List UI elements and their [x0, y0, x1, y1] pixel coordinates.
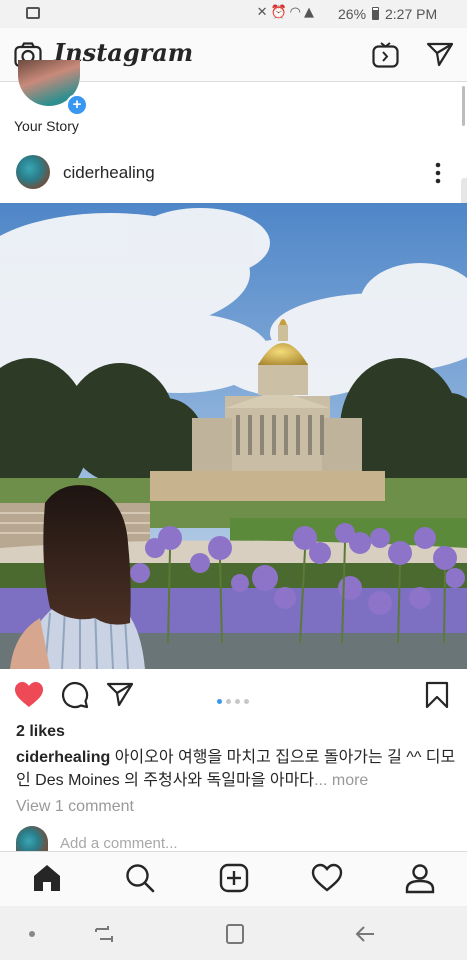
recent-apps-icon[interactable]	[93, 923, 115, 945]
battery-percentage: 26%	[338, 6, 367, 22]
home-icon[interactable]	[31, 862, 63, 894]
likes-count[interactable]: 2 likes	[16, 723, 65, 741]
wifi-icon: ◠	[289, 5, 304, 20]
your-story-label: Your Story	[14, 118, 79, 134]
signal-icon: ▲	[304, 5, 317, 20]
system-navigation-bar	[0, 906, 467, 960]
mute-icon: ✕	[256, 5, 271, 20]
search-icon[interactable]	[124, 862, 156, 894]
clock: 2:27 PM	[385, 6, 438, 22]
direct-message-icon[interactable]	[426, 41, 454, 67]
commenter-avatar	[16, 826, 48, 851]
notification-icon	[26, 7, 40, 19]
more-options-icon[interactable]	[428, 160, 448, 186]
add-story-icon[interactable]: +	[66, 94, 88, 116]
igtv-icon[interactable]	[372, 39, 399, 69]
caption-username[interactable]: ciderhealing	[16, 749, 110, 766]
back-arrow-icon[interactable]	[354, 923, 378, 945]
carousel-dot	[226, 699, 231, 704]
carousel-dot	[235, 699, 240, 704]
add-comment-field[interactable]: Add a comment...	[60, 835, 178, 852]
post-action-bar	[0, 669, 467, 719]
view-comments-link[interactable]: View 1 comment	[16, 798, 134, 816]
home-square-icon[interactable]	[224, 922, 246, 946]
comment-icon[interactable]	[61, 681, 89, 709]
caption-more-link[interactable]: more	[332, 772, 368, 789]
scroll-indicator	[462, 86, 465, 126]
carousel-dot	[244, 699, 249, 704]
bookmark-icon[interactable]	[424, 681, 450, 709]
bottom-nav	[0, 851, 467, 906]
nav-dot-icon[interactable]	[29, 931, 35, 937]
status-icons: ✕⏰◠▲	[257, 5, 317, 20]
share-icon[interactable]	[106, 681, 134, 707]
profile-icon[interactable]	[404, 862, 436, 894]
activity-heart-icon[interactable]	[311, 862, 343, 894]
post-photo[interactable]	[0, 203, 467, 669]
alarm-icon: ⏰	[270, 5, 290, 20]
carousel-indicator	[217, 691, 253, 709]
heart-icon[interactable]	[14, 681, 44, 708]
caption-ellipsis: ...	[314, 772, 328, 789]
post-caption: ciderhealing 아이오아 여행을 마치고 집으로 돌아가는 길 ^^ …	[16, 746, 456, 792]
battery-icon	[372, 7, 379, 20]
add-post-icon[interactable]	[218, 862, 250, 894]
carousel-dot-active	[217, 699, 222, 704]
status-bar: ✕⏰◠▲ 26% 2:27 PM	[0, 0, 467, 28]
post-username[interactable]: ciderhealing	[63, 163, 155, 183]
post-author-avatar[interactable]	[16, 155, 50, 189]
